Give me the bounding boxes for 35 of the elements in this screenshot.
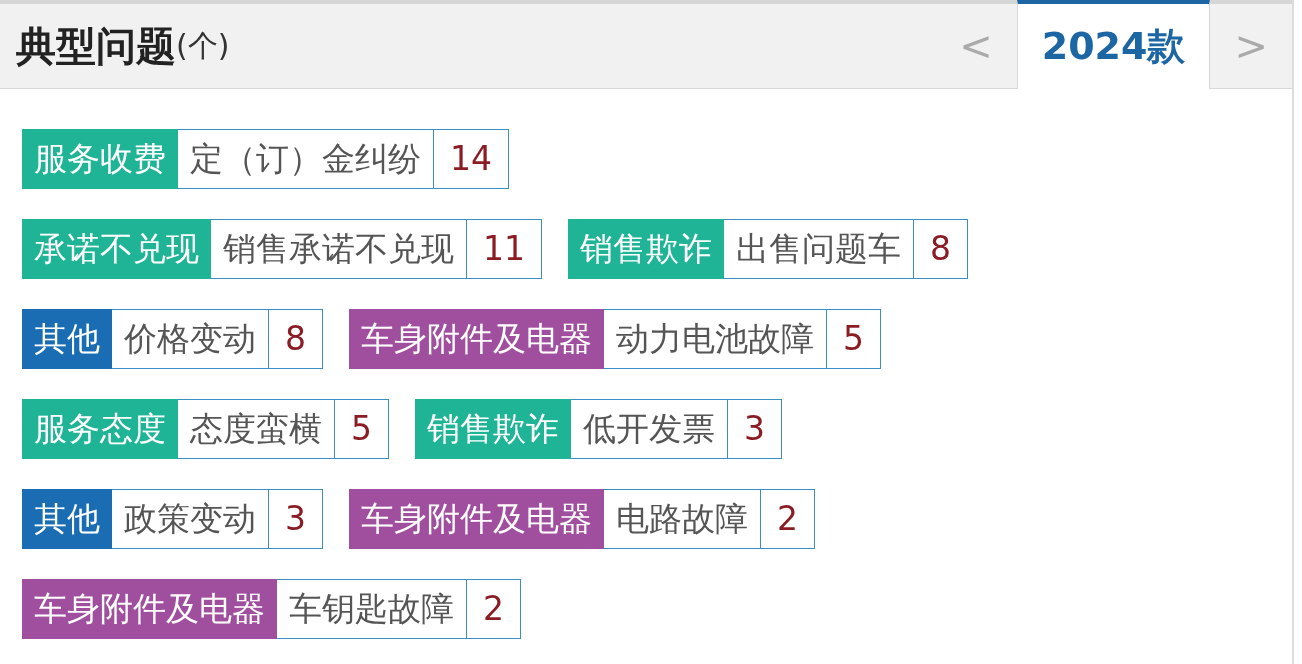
issue-count: 14: [449, 138, 493, 180]
issue-label: 车钥匙故障: [277, 580, 467, 638]
category-tag: 销售欺诈: [568, 219, 724, 279]
category-tag: 车身附件及电器: [349, 489, 604, 549]
category-tag: 销售欺诈: [415, 399, 571, 459]
previous-button[interactable]: <: [935, 4, 1017, 88]
issue-label: 销售承诺不兑现: [211, 220, 467, 278]
issue-count: 8: [284, 318, 307, 360]
year-tab[interactable]: 2024款: [1016, 0, 1211, 89]
issue-count: 2: [482, 588, 505, 630]
category-tag: 其他: [22, 309, 112, 369]
issue-label: 电路故障: [604, 490, 761, 548]
issue-count: 11: [482, 228, 526, 270]
issue-count: 5: [842, 318, 865, 360]
issue-label: 价格变动: [112, 310, 269, 368]
issue-count: 2: [776, 498, 799, 540]
issue-label: 低开发票: [571, 400, 728, 458]
category-tag: 车身附件及电器: [22, 579, 277, 639]
category-tag: 承诺不兑现: [22, 219, 211, 279]
issue-label: 态度蛮横: [178, 400, 335, 458]
category-tag: 服务收费: [22, 129, 178, 189]
issue-label: 政策变动: [112, 490, 269, 548]
issue-label: 定（订）金纠纷: [178, 130, 434, 188]
issue-label: 动力电池故障: [604, 310, 827, 368]
issue-count: 8: [929, 228, 952, 270]
issue-count: 3: [284, 498, 307, 540]
issue-count: 5: [350, 408, 373, 450]
section-title: 典型问题: [16, 21, 176, 71]
category-tag: 服务态度: [22, 399, 178, 459]
next-button[interactable]: >: [1210, 4, 1292, 88]
category-tag: 车身附件及电器: [349, 309, 604, 369]
unit-label: (个): [176, 26, 230, 65]
category-tag: 其他: [22, 489, 112, 549]
issue-count: 3: [743, 408, 766, 450]
issue-label: 出售问题车: [724, 220, 914, 278]
